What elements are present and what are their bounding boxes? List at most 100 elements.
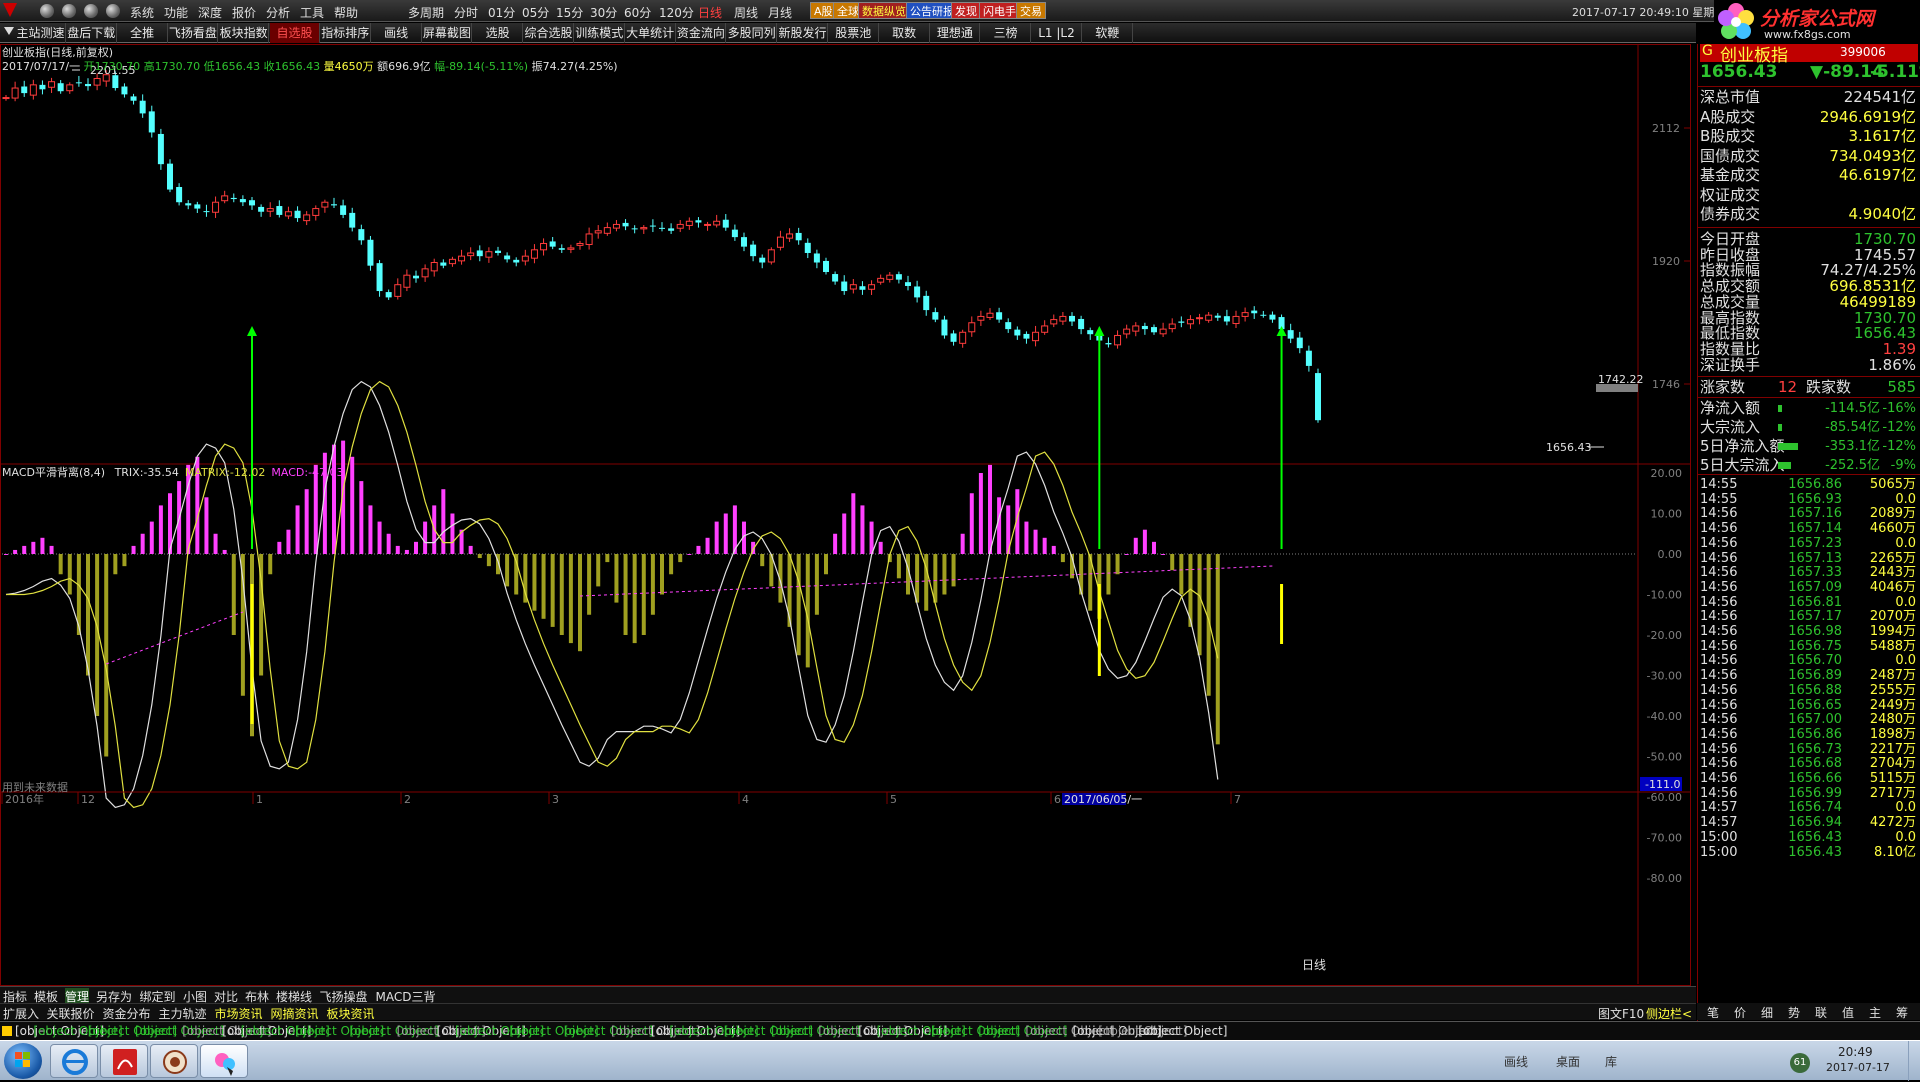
info-toolbar-item[interactable]: 主力轨迹 [159,1005,207,1022]
logo-url: www.fx8gs.com [1764,28,1851,41]
candle-body [130,96,137,101]
info-toolbar-item[interactable]: 资金分布 [103,1005,151,1022]
toolbar-tab[interactable]: 板块指数 [219,23,270,43]
indicator-bottom-value: -111.0 [1645,778,1680,791]
chart-canvas[interactable]: 2112192017462201.551742.221656.4320.0010… [0,44,1696,986]
status-item[interactable]: [object Object] [1138,1024,1227,1038]
tray-badge-icon[interactable]: 61 [1790,1053,1810,1073]
toolbar-tab[interactable]: 新股发行 [778,23,828,43]
sidebar-toggle[interactable]: 侧边栏< [1646,1005,1692,1022]
menu-item[interactable]: 工具 [300,4,324,21]
taskbar-item-library[interactable]: 库 [1605,1053,1617,1070]
toolbar-tab[interactable]: 选股 [473,23,524,43]
period-item[interactable]: 60分 [624,4,651,21]
toolbar-tab[interactable]: 指标排序 [321,23,371,43]
menu-item[interactable]: 帮助 [334,4,358,21]
toolbar-tab[interactable]: 多股同列 [727,23,778,43]
toolbar-badge[interactable]: 发现 [951,2,981,19]
candle-body [194,204,201,209]
toolbar-tab[interactable]: 大单统计 [626,23,676,43]
period-item[interactable]: 周线 [734,4,758,21]
toolbar-tab[interactable]: 资金流向 [676,23,727,43]
panel-tab[interactable]: 主 [1869,1004,1881,1021]
window-button-icon[interactable] [62,4,76,18]
ktype-label[interactable]: 日线 [1302,956,1326,973]
f10-button[interactable]: 图文F10 [1598,1005,1644,1022]
info-toolbar-item[interactable]: 板块资讯 [327,1005,375,1022]
taskbar-date[interactable]: 2017-07-17 [1826,1061,1890,1074]
macd-bar [204,497,209,554]
period-item[interactable]: 日线 [698,4,722,21]
window-button-icon[interactable] [106,4,120,18]
taskbar-item-drawing[interactable]: 画线 [1504,1053,1528,1070]
period-item[interactable]: 月线 [768,4,792,21]
start-button-icon[interactable] [4,1043,42,1079]
panel-tab[interactable]: 势 [1788,1004,1800,1021]
panel-tab[interactable]: 细 [1761,1004,1773,1021]
high-value: 1730.70 [154,60,201,73]
window-button-icon[interactable] [40,4,54,18]
candle-body [1005,322,1012,330]
candle-body [923,295,930,311]
candle-body [39,84,46,90]
period-item[interactable]: 分时 [454,4,478,21]
menu-item[interactable]: 深度 [198,4,222,21]
toolbar-tab[interactable]: 主站测速 [16,23,66,43]
toolbar-tab[interactable]: 全推 [118,23,168,43]
dropdown-icon[interactable] [4,27,14,35]
macd-bar [286,529,291,554]
info-toolbar-item[interactable]: 关联报价 [47,1005,95,1022]
info-toolbar-item[interactable]: 扩展入 [3,1005,39,1022]
toolbar-tab[interactable]: 综合选股 [524,23,574,43]
macd-bar [559,554,564,635]
toolbar-tab[interactable]: 软鞭 [1083,23,1133,43]
media-app-icon[interactable] [150,1044,198,1078]
pdf-reader-icon[interactable] [100,1044,148,1078]
toolbar-tab[interactable]: 盘后下载 [67,23,117,43]
price-axis-label: 1746 [1652,378,1680,391]
toolbar-badge[interactable]: 交易 [1016,2,1046,19]
toolbar-tab[interactable]: 股票池 [829,23,879,43]
toolbar-tab[interactable]: L1 |L2 [1032,23,1082,43]
panel-tab[interactable]: 筹 [1896,1004,1908,1021]
menu-item[interactable]: 功能 [164,4,188,21]
toolbar-tab[interactable]: 训练模式 [575,23,625,43]
panel-tab[interactable]: 笔 [1707,1004,1719,1021]
panel-tab[interactable]: 联 [1815,1004,1827,1021]
info-toolbar-item[interactable]: 市场资讯 [215,1005,263,1022]
period-item[interactable]: 120分 [659,4,694,21]
toolbar-badge[interactable]: 闪电手 [979,2,1020,19]
taskbar: 画线 桌面 库 61 20:49 2017-07-17 [0,1040,1920,1081]
menu-item[interactable]: 分析 [266,4,290,21]
taskbar-item-desktop[interactable]: 桌面 [1556,1053,1580,1070]
toolbar-tab[interactable]: 理想通 [930,23,981,43]
close-label: 收 [263,60,275,73]
taskbar-time[interactable]: 20:49 [1838,1045,1873,1059]
candle-body [148,111,155,133]
toolbar-tab[interactable]: 取数 [880,23,930,43]
menu-item[interactable]: 报价 [232,4,256,21]
toolbar-tab[interactable]: 画线 [372,23,422,43]
toolbar-tab[interactable]: 三榜 [981,23,1032,43]
menu-item[interactable]: 系统 [130,4,154,21]
panel-tab[interactable]: 价 [1734,1004,1746,1021]
period-item[interactable]: 多周期 [408,4,444,21]
candle-body [767,249,775,263]
show-desktop-button[interactable] [1908,1041,1920,1081]
toolbar-badge[interactable]: 数据纵览 [858,2,910,19]
stock-app-icon[interactable] [200,1044,248,1078]
toolbar-tab[interactable]: 屏幕截图 [422,23,473,43]
window-button-icon[interactable] [84,4,98,18]
panel-tab[interactable]: 值 [1842,1004,1854,1021]
ie-browser-icon[interactable] [50,1044,98,1078]
toolbar-tab[interactable]: 飞扬看盘 [168,23,219,43]
period-item[interactable]: 05分 [522,4,549,21]
kline-chart[interactable]: 2112 1920 1746 2201.55 1742.22 1656.43 20.00 10… [0,44,1696,1044]
status-flag-icon [2,1026,12,1036]
period-item[interactable]: 15分 [556,4,583,21]
info-toolbar-item[interactable]: 网摘资讯 [271,1005,319,1022]
period-item[interactable]: 30分 [590,4,617,21]
app-icon[interactable] [3,3,17,17]
period-item[interactable]: 01分 [488,4,515,21]
toolbar-tab[interactable]: 自选股 [270,23,320,43]
